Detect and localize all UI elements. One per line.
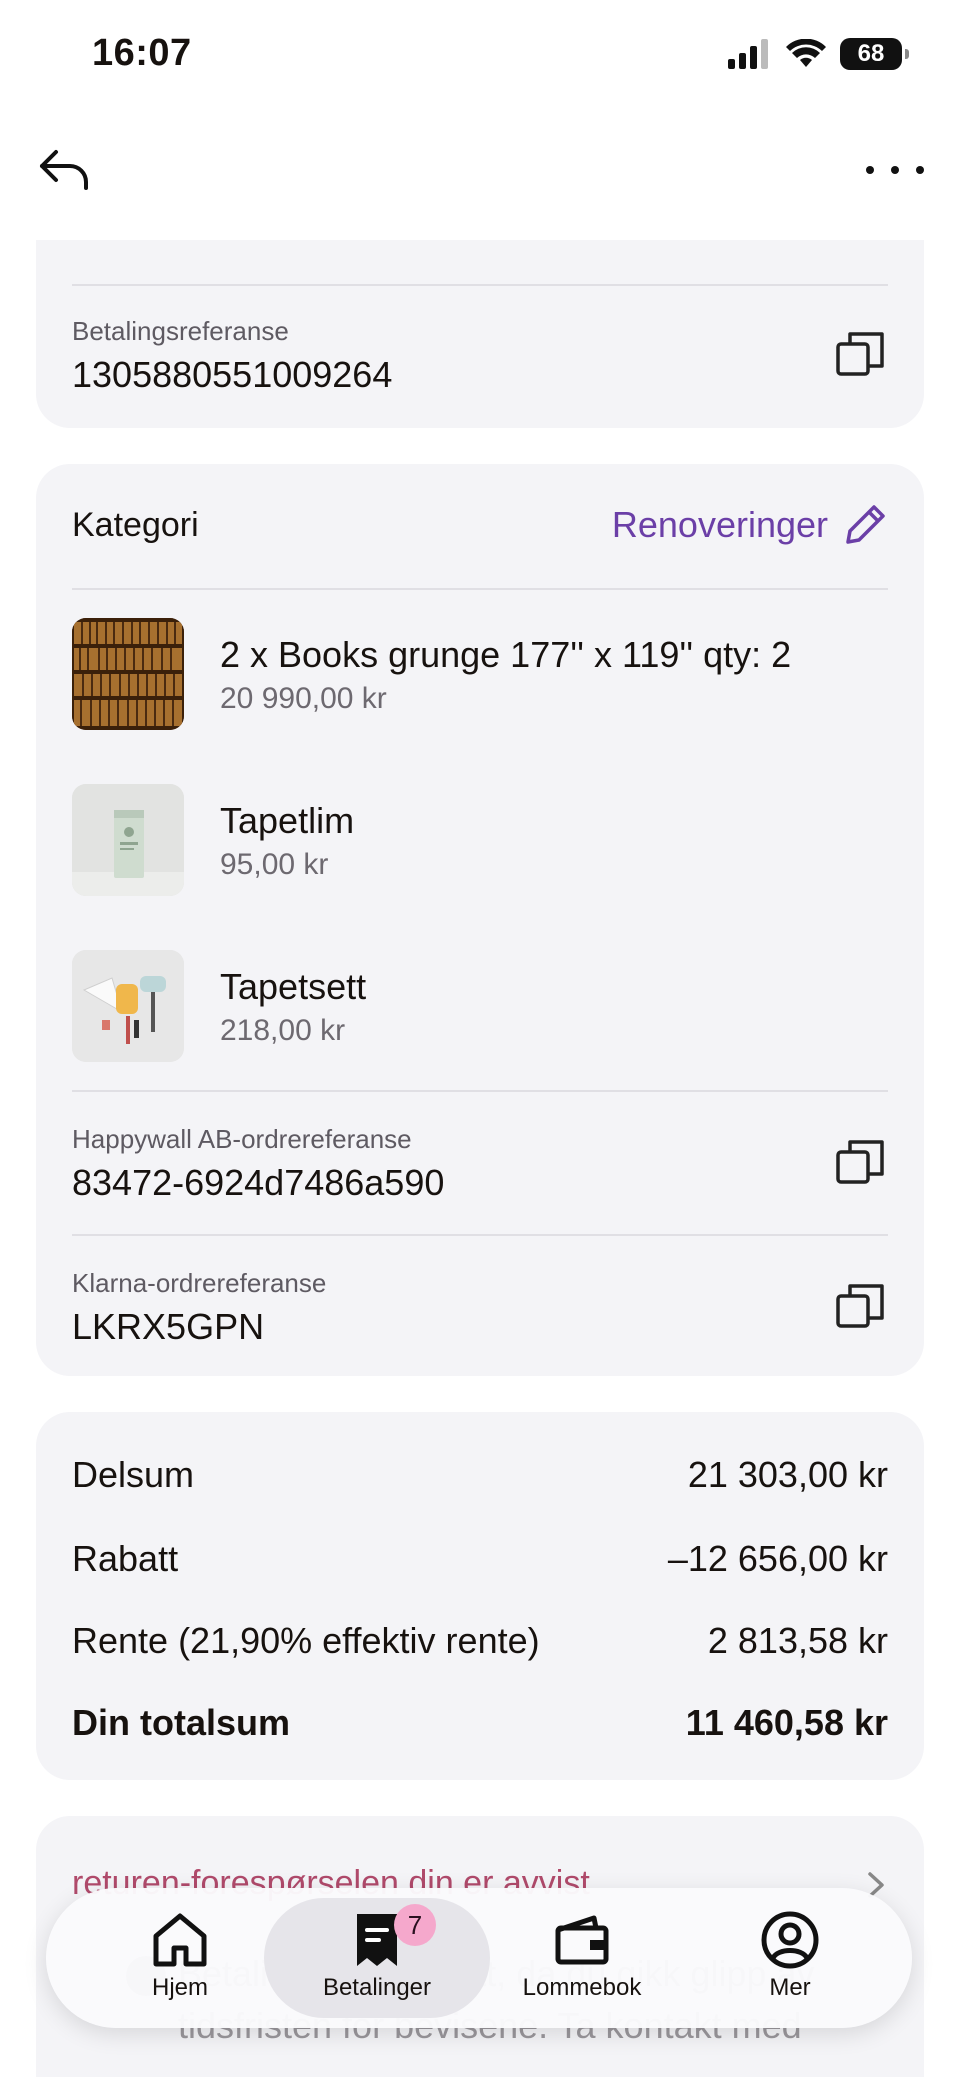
copy-icon[interactable]	[834, 1280, 888, 1334]
item-name: Tapetsett	[220, 966, 367, 1007]
tab-label: Lommebok	[522, 1974, 642, 2001]
discount-value: –12 656,00 kr	[667, 1538, 888, 1579]
item-price: 218,00 kr	[220, 1014, 346, 1047]
payment-reference-card: Betalingsreferanse 1305880551009264	[36, 240, 924, 428]
interest-label: Rente (21,90% effektiv rente)	[72, 1620, 540, 1661]
edit-pencil-icon[interactable]	[844, 502, 888, 546]
divider	[72, 1090, 888, 1092]
merchant-reference-label: Happywall AB-ordrereferanse	[72, 1124, 412, 1154]
list-item[interactable]: 2 x Books grunge 177'' x 119'' qty: 2 20…	[72, 618, 888, 730]
tab-betalinger[interactable]: Betalinger 7	[264, 1898, 490, 2018]
discount-label: Rabatt	[72, 1538, 179, 1579]
order-items-card: Kategori Renoveringer 2 x Books grunge 1…	[36, 464, 924, 1376]
battery-icon: 68	[840, 38, 909, 70]
item-name: 2 x Books grunge 177'' x 119'' qty: 2	[220, 634, 792, 675]
wallpaper-glue-thumbnail	[72, 784, 184, 896]
tab-lommebok[interactable]: Lommebok	[482, 1898, 682, 2018]
item-name: Tapetlim	[220, 800, 355, 841]
price-summary-card: Delsum 21 303,00 kr Rabatt –12 656,00 kr…	[36, 1412, 924, 1780]
status-time: 16:07	[92, 32, 192, 74]
navigation-bar	[0, 110, 960, 240]
cellular-signal-icon	[728, 39, 768, 69]
tab-label: Betalinger	[322, 1974, 432, 2001]
payment-reference-value: 1305880551009264	[72, 354, 393, 395]
total-row: Din totalsum 11 460,58 kr	[72, 1702, 888, 1744]
divider	[72, 1234, 888, 1236]
copy-icon[interactable]	[834, 1136, 888, 1190]
wallet-icon	[555, 1915, 609, 1965]
klarna-reference-value: LKRX5GPN	[72, 1306, 265, 1347]
back-arrow-icon[interactable]	[34, 140, 94, 200]
list-item[interactable]: Tapetsett 218,00 kr	[72, 950, 888, 1062]
divider	[72, 588, 888, 590]
home-icon	[153, 1913, 207, 1967]
status-icons: 68	[728, 38, 909, 70]
interest-row: Rente (21,90% effektiv rente) 2 813,58 k…	[72, 1620, 888, 1662]
tab-label: Hjem	[151, 1974, 208, 2001]
subtotal-value: 21 303,00 kr	[687, 1454, 888, 1495]
status-bar: 16:07 68	[0, 0, 960, 110]
total-label: Din totalsum	[72, 1702, 291, 1743]
notification-badge: 7	[394, 1904, 436, 1946]
klarna-reference-label: Klarna-ordrereferanse	[72, 1268, 327, 1298]
item-price: 95,00 kr	[220, 848, 329, 881]
books-wallpaper-thumbnail	[72, 618, 184, 730]
total-value: 11 460,58 kr	[685, 1702, 888, 1743]
profile-icon	[761, 1911, 819, 1969]
copy-icon[interactable]	[834, 328, 888, 382]
interest-value: 2 813,58 kr	[707, 1620, 888, 1661]
divider	[72, 284, 888, 286]
list-item[interactable]: Tapetlim 95,00 kr	[72, 784, 888, 896]
wallpaper-kit-thumbnail	[72, 950, 184, 1062]
tab-mer[interactable]: Mer	[690, 1898, 890, 2018]
subtotal-label: Delsum	[72, 1454, 195, 1495]
category-label: Kategori	[72, 506, 199, 544]
tab-label: Mer	[769, 1974, 811, 2001]
bottom-tab-bar: Hjem Betalinger 7 Lommebok Mer	[46, 1888, 912, 2028]
more-options-icon[interactable]	[860, 150, 930, 190]
payment-reference-label: Betalingsreferanse	[72, 316, 289, 346]
merchant-reference-value: 83472-6924d7486a590	[72, 1162, 445, 1203]
battery-level: 68	[857, 40, 885, 67]
wifi-icon	[786, 39, 826, 67]
discount-row: Rabatt –12 656,00 kr	[72, 1538, 888, 1580]
subtotal-row: Delsum 21 303,00 kr	[72, 1454, 888, 1496]
payment-details-scroll[interactable]: Betalingsreferanse 1305880551009264 Kate…	[0, 240, 960, 2077]
item-price: 20 990,00 kr	[220, 682, 387, 715]
tab-hjem[interactable]: Hjem	[80, 1898, 280, 2018]
category-value[interactable]: Renoveringer	[612, 504, 828, 546]
